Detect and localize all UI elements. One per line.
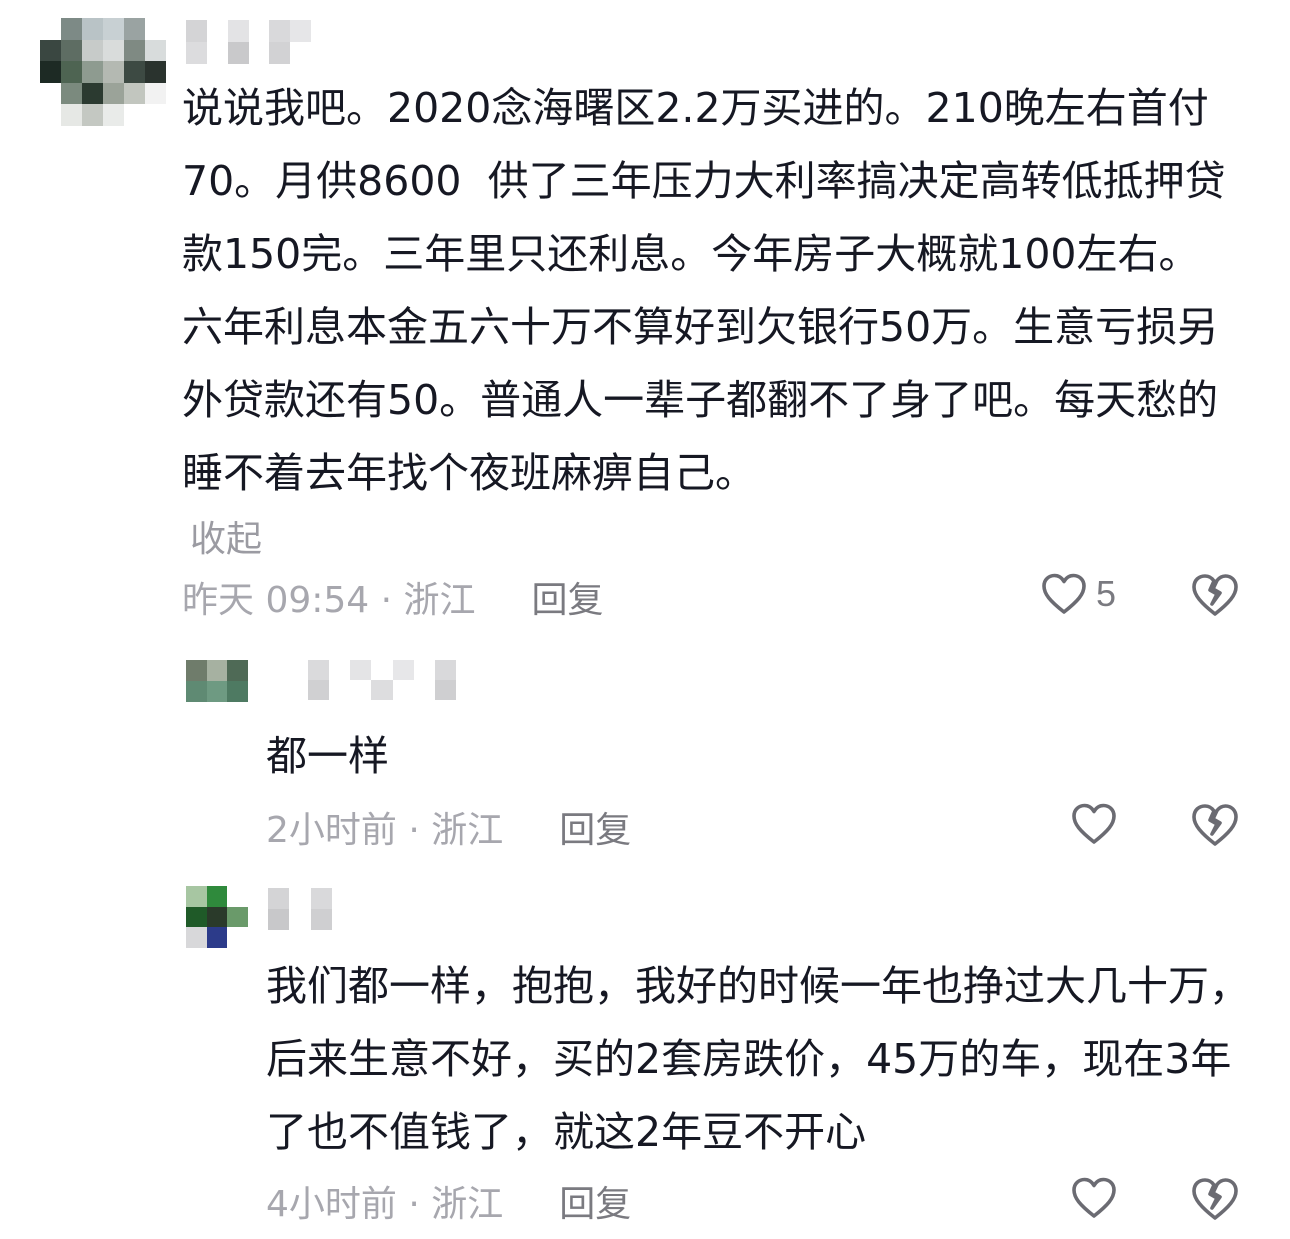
username[interactable] [268,888,332,930]
reply-button[interactable]: 回复 [559,801,631,853]
comment-meta: 4小时前 · 浙江 回复 [266,1176,631,1226]
avatar[interactable] [186,886,248,948]
broken-heart-icon [1192,1178,1238,1220]
comment-text: 说说我吧。2020念海曙区2.2万买进的。210晚左右首付70。月供8600 供… [182,84,1226,497]
comment-meta: 昨天 09:54 · 浙江 回复 [182,572,604,622]
comment-text: 我们都一样，抱抱，我好的时候一年也挣过大几十万，后来生意不好，买的2套房跌价，4… [266,962,1250,1156]
comment-meta: 2小时前 · 浙江 回复 [266,802,631,852]
broken-heart-icon [1192,804,1238,846]
heart-outline-icon [1072,1177,1116,1218]
reply-button[interactable]: 回复 [559,1175,631,1227]
avatar[interactable] [40,18,166,126]
username[interactable] [186,20,332,64]
heart-outline-icon [1072,803,1116,844]
time-location: 昨天 09:54 · 浙江 [182,580,476,621]
like-button[interactable]: 5 [1040,572,1116,616]
heart-outline-icon [1042,573,1086,614]
dislike-button[interactable] [1190,802,1240,848]
time-location: 4小时前 · 浙江 [266,1184,504,1225]
avatar[interactable] [186,660,248,702]
comment-text: 都一样 [266,732,389,780]
dislike-button[interactable] [1190,572,1240,618]
dislike-button[interactable] [1190,1176,1240,1222]
like-button[interactable] [1070,802,1118,846]
reply-button[interactable]: 回复 [532,571,604,623]
username[interactable] [308,660,456,700]
like-count: 5 [1096,573,1117,614]
collapse-link[interactable]: 收起 [190,510,262,562]
like-button[interactable] [1070,1176,1118,1220]
time-location: 2小时前 · 浙江 [266,810,504,851]
broken-heart-icon [1192,574,1238,616]
